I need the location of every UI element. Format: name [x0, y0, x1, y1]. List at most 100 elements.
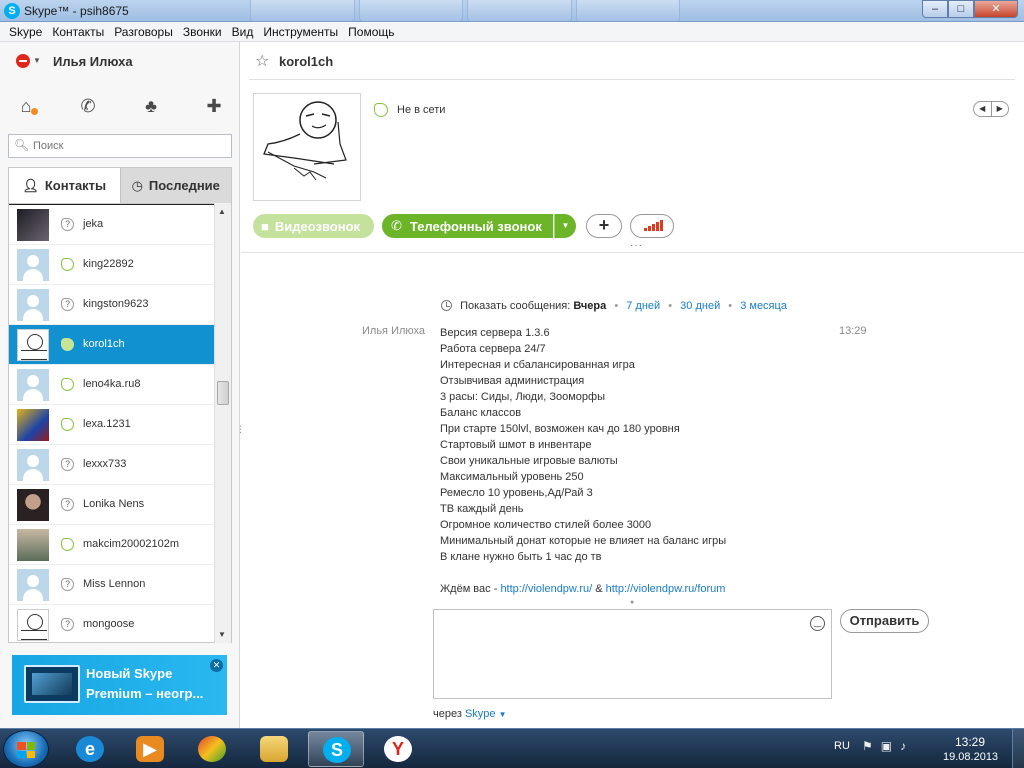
menu-tools[interactable]: Инструменты	[258, 22, 343, 41]
scroll-down-icon[interactable]: ▼	[218, 630, 226, 639]
add-contact-icon[interactable]: ✚	[201, 94, 227, 118]
status-dropdown-icon[interactable]: ▼	[33, 56, 41, 65]
add-people-button[interactable]: +	[586, 214, 622, 238]
contact-row-selected[interactable]: korol1ch	[9, 325, 215, 365]
history-7-days-link[interactable]: 7 дней	[626, 300, 660, 312]
contact-row[interactable]: ? lexxx733	[9, 445, 215, 485]
media-player-icon: ▶	[136, 736, 164, 762]
contact-name: king22892	[83, 258, 134, 270]
contact-row[interactable]: ? Lonika Nens	[9, 485, 215, 525]
message-line: Ремесло 10 уровень,Ад/Рай 3	[440, 487, 593, 499]
taskbar-explorer[interactable]	[246, 731, 302, 767]
history-3-months-link[interactable]: 3 месяца	[740, 300, 787, 312]
compose-resize-handle[interactable]: ●	[630, 599, 634, 606]
history-30-days-link[interactable]: 30 дней	[680, 300, 720, 312]
contact-name: korol1ch	[83, 338, 125, 350]
menu-bar: Skype Контакты Разговоры Звонки Вид Инст…	[0, 22, 1024, 42]
tab-contacts[interactable]: 👤︎ Контакты	[9, 168, 120, 203]
history-clock-icon	[441, 300, 452, 311]
contact-avatar	[17, 249, 49, 281]
profile-collapse-handle[interactable]: ···	[630, 240, 643, 251]
signal-bar	[648, 226, 651, 231]
phone-call-dropdown-icon[interactable]: ▼	[554, 214, 576, 238]
volume-icon[interactable]: ♪	[900, 739, 906, 753]
maximize-button[interactable]: □	[948, 0, 974, 18]
contact-avatar	[17, 209, 49, 241]
scroll-thumb[interactable]	[217, 381, 229, 405]
send-via-dropdown-icon[interactable]: ▼	[499, 710, 507, 719]
contact-row[interactable]: ? jeka	[9, 205, 215, 245]
profile-name[interactable]: Илья Илюха	[53, 54, 133, 69]
prev-arrow-icon[interactable]: ◀	[974, 102, 992, 116]
do-not-disturb-status-icon[interactable]	[16, 54, 30, 68]
clock-icon: ◷	[131, 177, 143, 193]
tab-recent[interactable]: ◷ Последние	[119, 168, 231, 203]
contact-row[interactable]: king22892	[9, 245, 215, 285]
contact-avatar	[17, 289, 49, 321]
profile-nav-arrows[interactable]: ◀ ▶	[973, 101, 1009, 117]
message-link-site[interactable]: http://violendpw.ru/	[500, 583, 592, 595]
contact-row[interactable]: ? Miss Lennon	[9, 565, 215, 605]
contact-row[interactable]: ? kingston9623	[9, 285, 215, 325]
contact-row[interactable]: makcim20002102m	[9, 525, 215, 565]
favorite-star-icon[interactable]: ☆	[255, 51, 269, 71]
message-line: Стартовый шмот в инвентаре	[440, 439, 592, 451]
menu-skype[interactable]: Skype	[4, 22, 47, 41]
menu-contacts[interactable]: Контакты	[47, 22, 109, 41]
folder-icon	[260, 736, 288, 762]
offline-status-icon	[61, 258, 74, 271]
signal-bar	[644, 228, 647, 231]
taskbar-time[interactable]: 13:29	[955, 735, 985, 749]
quick-actions: ⌂ ✆ ♣ ✚	[0, 94, 240, 120]
contact-list-scrollbar[interactable]: ▲ ▼	[214, 203, 231, 643]
send-button[interactable]: Отправить	[840, 609, 929, 633]
network-icon[interactable]: ▣	[881, 739, 892, 753]
offline-status-icon	[61, 418, 74, 431]
taskbar-skype[interactable]: S	[308, 731, 364, 767]
menu-view[interactable]: Вид	[227, 22, 259, 41]
phone-call-button[interactable]: ✆ Телефонный звонок	[382, 214, 553, 238]
tray-flag-icon[interactable]: ⚑	[862, 739, 873, 753]
start-button[interactable]	[3, 730, 49, 768]
premium-promo-banner[interactable]: Новый Skype Premium – неогр... ✕	[12, 655, 227, 715]
menu-calls[interactable]: Звонки	[178, 22, 227, 41]
language-indicator[interactable]: RU	[834, 740, 850, 752]
show-desktop-button[interactable]	[1012, 729, 1024, 768]
message-input[interactable]: ‿	[433, 609, 832, 699]
search-input[interactable]	[33, 138, 223, 154]
group-icon[interactable]: ♣	[138, 94, 164, 118]
search-box[interactable]: 🔍︎	[8, 134, 232, 158]
taskbar-media-player[interactable]: ▶	[122, 731, 178, 767]
scroll-up-icon[interactable]: ▲	[218, 207, 226, 216]
menu-help[interactable]: Помощь	[343, 22, 399, 41]
person-icon: 👤︎	[22, 177, 39, 193]
taskbar-game[interactable]	[184, 731, 240, 767]
unknown-status-icon: ?	[61, 458, 74, 471]
promo-close-icon[interactable]: ✕	[210, 659, 223, 672]
unknown-status-icon: ?	[61, 298, 74, 311]
contact-row[interactable]: lexa.1231	[9, 405, 215, 445]
video-call-button[interactable]: ■ Видеозвонок	[253, 214, 374, 238]
skype-app-icon: S	[4, 3, 20, 19]
contact-row[interactable]: leno4ka.ru8	[9, 365, 215, 405]
phone-icon[interactable]: ✆	[75, 94, 101, 118]
system-tray: ⚑ ▣ ♪	[862, 739, 906, 753]
message-link-forum[interactable]: http://violendpw.ru/forum	[606, 583, 726, 595]
emoticon-icon[interactable]: ‿	[810, 616, 825, 631]
profile-bar[interactable]: ▼ Илья Илюха	[0, 42, 240, 82]
menu-conversations[interactable]: Разговоры	[109, 22, 178, 41]
offline-status-icon	[61, 538, 74, 551]
send-via-selector[interactable]: Skype	[465, 708, 496, 720]
taskbar-yandex-browser[interactable]: Y	[370, 731, 426, 767]
contact-row[interactable]: ? mongoose	[9, 605, 215, 642]
next-arrow-icon[interactable]: ▶	[992, 102, 1009, 116]
phone-call-label: Телефонный звонок	[409, 218, 542, 234]
contact-avatar	[17, 609, 49, 641]
close-button[interactable]: ✕	[974, 0, 1018, 18]
contact-tabs: 👤︎ Контакты ◷ Последние	[8, 167, 232, 203]
minimize-button[interactable]: –	[922, 0, 948, 18]
call-quality-button[interactable]	[630, 214, 674, 238]
taskbar-ie[interactable]: e	[62, 731, 118, 767]
taskbar-date[interactable]: 19.08.2013	[943, 751, 998, 763]
window-controls: – □ ✕	[922, 0, 1018, 18]
